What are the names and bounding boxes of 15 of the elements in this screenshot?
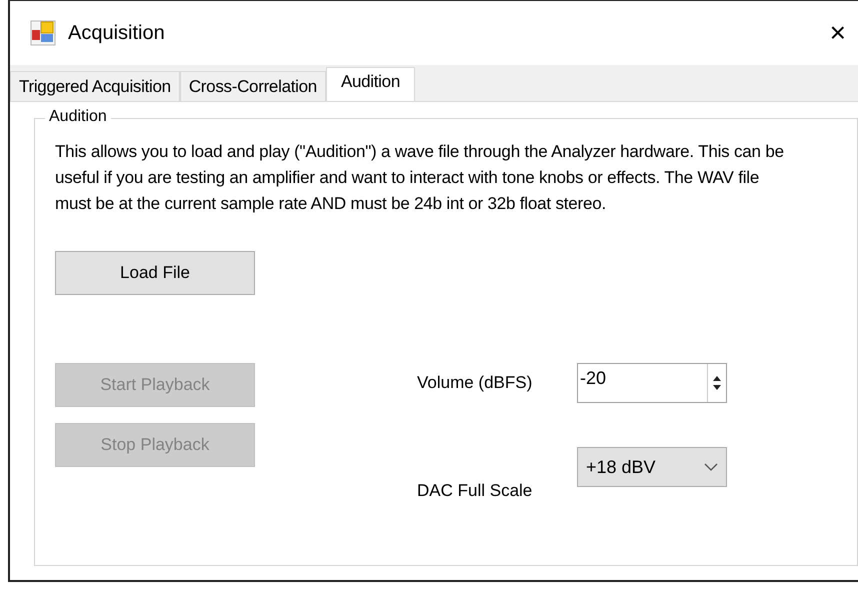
up-arrow-icon[interactable] (712, 375, 722, 382)
chevron-icon (704, 463, 718, 471)
description: This allows you to load and play ("Audition") a wave file through the Analyzer hardware. This can be useful if you are testing an amplifier and want to interact with tone knobs or effects. The WAV file must be at the current sample rate AND must be 24b int or 32b float stereo. (55, 141, 785, 215)
down-arrow-icon[interactable] (712, 384, 722, 391)
tab[interactable]: Cross-Correlation (180, 71, 326, 101)
window-title: Acquisition (68, 22, 165, 44)
tab[interactable]: Triggered Acquisition (10, 71, 180, 101)
dac-full-scale-label: DAC Full Scale (417, 481, 534, 501)
load-file-button[interactable]: Load File (55, 251, 255, 295)
volume-label: Volume (dBFS) (417, 373, 534, 393)
tab[interactable]: Audition (326, 67, 415, 101)
dac-full-scale-dropdown[interactable]: +18 dBV (577, 447, 727, 487)
close-button[interactable]: × (826, 17, 850, 49)
app-icon (30, 20, 56, 46)
volume-field[interactable]: -20 (577, 363, 727, 403)
